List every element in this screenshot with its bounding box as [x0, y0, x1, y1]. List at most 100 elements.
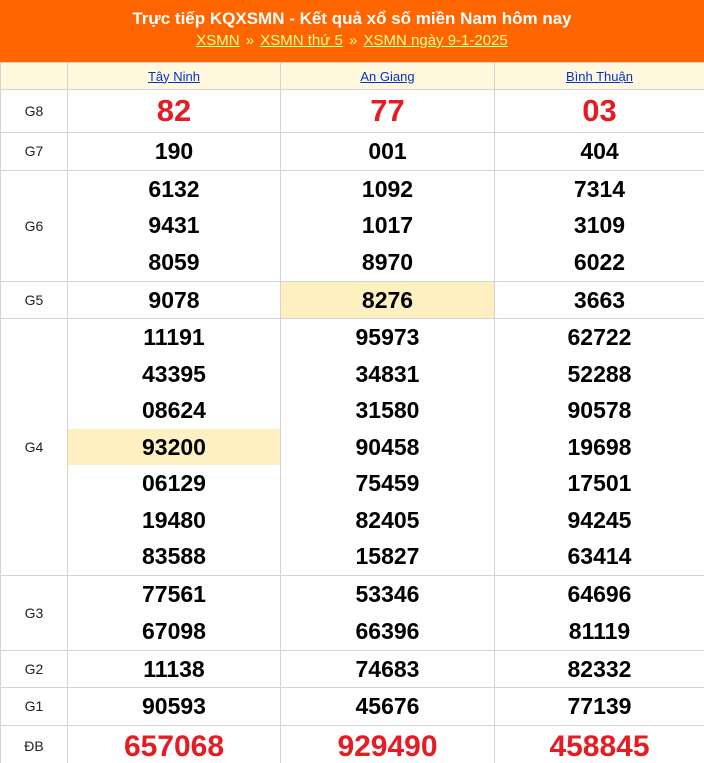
prize-number: 82332 [567, 655, 632, 682]
prize-number: 83588 [142, 543, 206, 569]
prize-row-g3: G3 77561 67098 53346 66396 64696 81119 [0, 574, 704, 651]
prize-cell: 82332 [494, 649, 704, 688]
prize-label: G4 [0, 318, 68, 576]
prize-cell: 190 [67, 132, 281, 171]
prize-number: 77 [370, 93, 405, 128]
prize-number: 19480 [142, 506, 206, 533]
prize-number: 06129 [142, 470, 206, 496]
results-header: Trực tiếp KQXSMN - Kết quả xổ số miền Na… [0, 0, 704, 62]
prize-number: 8059 [148, 248, 200, 275]
prize-cell: 03 [494, 89, 704, 133]
province-header: Tây Ninh [67, 62, 281, 90]
prize-label: G5 [0, 280, 68, 319]
prize-number: 1092 [361, 175, 414, 202]
prize-number: 62722 [567, 324, 632, 350]
prize-number: 8276 [361, 286, 414, 313]
prize-number: 64696 [567, 581, 632, 607]
prize-row-g7: G7 190 001 404 [0, 132, 704, 171]
prize-number-highlighted: 93200 [68, 428, 280, 465]
prize-number: 7314 [573, 175, 626, 202]
province-link-binh-thuan[interactable]: Bình Thuận [566, 69, 633, 84]
prize-cell: 77139 [494, 687, 704, 726]
prize-cell: 77 [280, 89, 495, 133]
prize-number: 81119 [568, 617, 631, 644]
prize-cell: 001 [280, 132, 495, 171]
prize-number: 1017 [361, 212, 414, 239]
breadcrumb: XSMN » XSMN thứ 5 » XSMN ngày 9-1-2025 [0, 30, 704, 52]
province-header: An Giang [280, 62, 495, 90]
breadcrumb-separator: » [349, 32, 358, 49]
prize-number: 95973 [355, 324, 420, 350]
prize-number: 404 [580, 138, 619, 164]
prize-number: 15827 [355, 543, 420, 569]
prize-label: G3 [0, 574, 68, 651]
prize-cell: 9078 [67, 280, 281, 319]
province-link-an-giang[interactable]: An Giang [360, 69, 414, 84]
breadcrumb-link-xsmn-thu-5[interactable]: XSMN thứ 5 [260, 32, 343, 49]
prize-number: 45676 [355, 693, 420, 719]
special-prize-number: 458845 [549, 729, 650, 763]
prize-number: 90578 [567, 397, 632, 423]
prize-number: 74683 [355, 655, 420, 682]
prize-number: 08624 [142, 397, 206, 423]
prize-cell: 3663 [494, 280, 704, 319]
prize-number: 94245 [567, 506, 632, 533]
corner-cell [0, 62, 68, 90]
prize-number: 6132 [148, 175, 200, 202]
prize-label: G1 [0, 687, 68, 726]
prize-number: 3663 [573, 286, 626, 313]
prize-cell: 404 [494, 132, 704, 171]
prize-number: 77561 [142, 581, 206, 607]
prize-number: 11191 [143, 324, 205, 350]
prize-number: 3109 [573, 212, 626, 239]
prize-cell: 6132 9431 8059 [67, 169, 281, 282]
breadcrumb-link-xsmn-date[interactable]: XSMN ngày 9-1-2025 [364, 32, 508, 49]
prize-row-g6: G6 6132 9431 8059 1092 1017 8970 7314 31… [0, 169, 704, 282]
prize-number: 90458 [355, 433, 420, 460]
prize-cell: 74683 [280, 649, 495, 688]
prize-cell: 1092 1017 8970 [280, 169, 495, 282]
province-link-tay-ninh[interactable]: Tây Ninh [148, 69, 200, 84]
prize-cell: 7314 3109 6022 [494, 169, 704, 282]
prize-number: 11138 [143, 655, 205, 682]
prize-cell: 62722 52288 90578 19698 17501 94245 6341… [494, 318, 704, 576]
prize-label: G8 [0, 89, 68, 133]
prize-number: 82 [156, 93, 192, 128]
prize-cell: 77561 67098 [67, 574, 281, 651]
prize-row-g1: G1 90593 45676 77139 [0, 687, 704, 726]
prize-row-g8: G8 82 77 03 [0, 89, 704, 133]
breadcrumb-link-xsmn[interactable]: XSMN [196, 32, 239, 49]
page-title: Trực tiếp KQXSMN - Kết quả xổ số miền Na… [132, 9, 572, 28]
prize-number: 17501 [567, 470, 632, 496]
prize-number: 52288 [567, 360, 632, 387]
prize-cell: 11191 43395 08624 93200 06129 19480 8358… [67, 318, 281, 576]
prize-number: 6022 [573, 248, 626, 275]
prize-cell: 11138 [67, 649, 281, 688]
prize-number: 82405 [355, 506, 420, 533]
prize-number: 9078 [148, 286, 200, 313]
prize-cell: 95973 34831 31580 90458 75459 82405 1582… [280, 318, 495, 576]
prize-cell: 657068 [67, 724, 281, 763]
prize-number: 19698 [567, 433, 632, 460]
prize-cell: 458845 [494, 724, 704, 763]
prize-number: 63414 [567, 543, 632, 569]
prize-number: 43395 [142, 360, 206, 387]
prize-number: 8970 [361, 248, 414, 275]
special-prize-number: 657068 [123, 729, 225, 763]
special-prize-number: 929490 [337, 729, 438, 763]
province-header: Bình Thuận [494, 62, 704, 90]
prize-number: 77139 [567, 693, 632, 719]
prize-number: 75459 [355, 470, 420, 496]
prize-cell-highlighted: 8276 [280, 280, 495, 319]
prize-cell: 53346 66396 [280, 574, 495, 651]
prize-number: 9431 [148, 212, 200, 239]
breadcrumb-separator: » [245, 32, 255, 49]
prize-number: 53346 [355, 581, 420, 607]
prize-row-g5: G5 9078 8276 3663 [0, 280, 704, 319]
prize-number: 34831 [355, 360, 420, 387]
prize-row-g2: G2 11138 74683 82332 [0, 649, 704, 688]
prize-number: 31580 [355, 397, 420, 423]
prize-row-g4: G4 11191 43395 08624 93200 06129 19480 8… [0, 318, 704, 576]
prize-row-special: ĐB 657068 929490 458845 [0, 724, 704, 763]
prize-number: 90593 [142, 693, 206, 719]
